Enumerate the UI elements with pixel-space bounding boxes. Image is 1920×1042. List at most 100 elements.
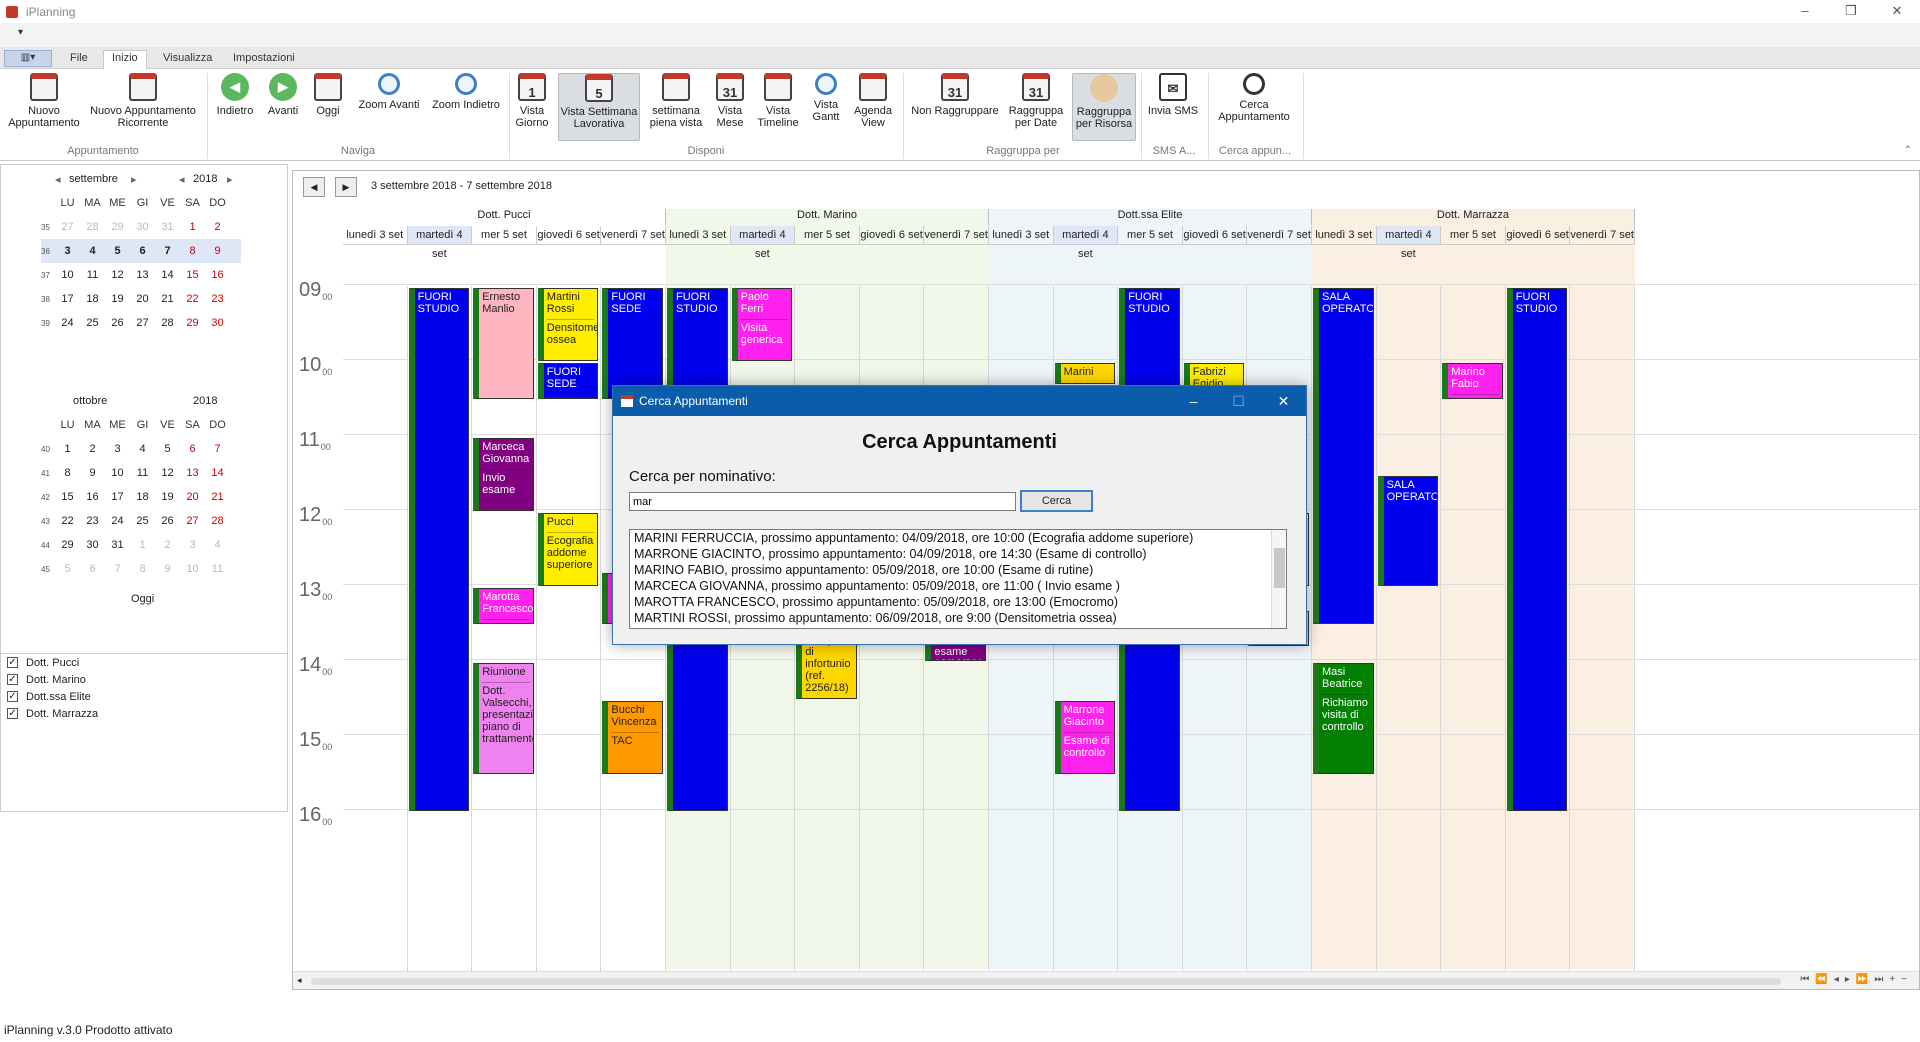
calendar-day[interactable]: 25 [80,317,105,329]
calendar-day[interactable]: 8 [130,563,155,575]
day-header[interactable]: giovedì 6 set [536,226,602,245]
calendar-day[interactable]: 17 [55,293,80,305]
calendar-day[interactable]: 3 [105,443,130,455]
no-group-button[interactable]: 31 Non Raggruppare [908,73,1002,117]
month-name[interactable]: ottobre [73,395,107,407]
appointment[interactable]: Marrone Giacinto Esame di controllo [1054,700,1116,774]
calendar-day[interactable]: 26 [105,317,130,329]
appointment[interactable]: Marino Fabio Esame di [1442,363,1503,399]
checkbox-checked-icon[interactable]: ✓ [7,674,18,685]
calendar-day[interactable]: 4 [205,539,230,551]
month-view-button[interactable]: 31 Vista Mese [710,73,750,129]
appointment[interactable]: Martini Rossi Densitometria ossea [537,288,599,361]
calendar-day[interactable]: 12 [155,467,180,479]
mini-calendar-october[interactable]: ottobre 2018 LU MA ME GI VE SA DO 40 1 2 3 4 5 6 7 41 8 9 10… [41,395,241,581]
day-header[interactable]: giovedì 6 set [1505,226,1571,245]
calendar-week-row[interactable]: 41 8 9 10 11 12 13 14 [41,461,241,485]
dialog-close-button[interactable]: ✕ [1261,386,1306,416]
calendar-week-row[interactable]: 37 10 11 12 13 14 15 16 [41,263,241,287]
appointment[interactable]: SALA OPERATORIA [1377,475,1439,586]
result-item[interactable]: MARINI FERRUCCIA, prossimo appuntamento:… [630,530,1286,546]
dialog-minimize-button[interactable]: – [1171,386,1216,416]
day-column[interactable] [1570,286,1635,986]
full-week-view-button[interactable]: settimana piena vista [644,73,708,129]
qat-dropdown-icon[interactable]: ▾ [18,27,23,38]
prev-range-button[interactable]: ◀ [303,177,325,197]
calendar-day[interactable]: 6 [130,245,155,257]
appointment[interactable]: Marceca Giovanna Invio esame [473,438,534,511]
dialog-maximize-button[interactable]: ☐ [1216,386,1261,416]
calendar-day[interactable]: 11 [205,563,230,575]
calendar-day[interactable]: 2 [205,221,230,233]
calendar-day[interactable]: 16 [80,491,105,503]
calendar-day[interactable]: 5 [55,563,80,575]
calendar-day[interactable]: 29 [180,317,205,329]
calendar-day[interactable]: 18 [130,491,155,503]
day-header[interactable]: lunedì 3 set [989,226,1054,245]
name-search-input[interactable] [629,492,1016,511]
calendar-day[interactable]: 10 [105,467,130,479]
appointment[interactable]: Ernesto Manlio [473,288,534,399]
search-appointment-button[interactable]: Cerca Appuntamento [1212,73,1296,123]
day-header[interactable]: mer 5 set [1118,226,1183,245]
calendar-day[interactable]: 21 [155,293,180,305]
calendar-day[interactable]: 18 [80,293,105,305]
calendar-day[interactable]: 2 [155,539,180,551]
resource-item[interactable]: ✓ Dott. Pucci [1,654,287,671]
calendar-day[interactable]: 1 [180,221,205,233]
appointment[interactable]: Bucchi Vincenza TAC [602,700,663,774]
today-link[interactable]: Oggi [131,593,154,605]
calendar-day[interactable]: 21 [205,491,230,503]
month-name[interactable]: settembre [69,173,118,185]
appointment[interactable]: FUORI SEDE [537,363,599,399]
day-header[interactable]: lunedì 3 set [1312,226,1377,245]
calendar-day[interactable]: 17 [105,491,130,503]
day-header[interactable]: venerdì 7 set [601,226,666,245]
work-week-view-button[interactable]: 5 Vista Settimana Lavorativa [558,73,640,141]
close-button[interactable]: ✕ [1874,0,1920,23]
new-appointment-button[interactable]: Nuovo Appuntamento [4,73,84,129]
calendar-day[interactable]: 12 [105,269,130,281]
group-by-date-button[interactable]: 31 Raggruppa per Date [1006,73,1066,129]
tab-inizio[interactable]: Inizio [103,50,147,70]
day-header[interactable]: giovedì 6 set [859,226,925,245]
appointment[interactable]: FUORI STUDIO [1506,288,1568,811]
calendar-day[interactable]: 5 [105,245,130,257]
result-item[interactable]: MAROTTA FRANCESCO, prossimo appuntamento… [630,594,1286,610]
appointment[interactable]: Pucci Ecografia addome superiore [537,513,599,586]
calendar-day[interactable]: 4 [80,245,105,257]
gantt-view-button[interactable]: Vista Gantt [806,73,846,123]
calendar-day[interactable]: 27 [180,515,205,527]
calendar-day[interactable]: 29 [55,539,80,551]
calendar-day[interactable]: 28 [155,317,180,329]
calendar-week-row[interactable]: 35 27 28 29 30 31 1 2 [41,215,241,239]
calendar-week-row[interactable]: 44 29 30 31 1 2 3 4 [41,533,241,557]
calendar-week-row[interactable]: 39 24 25 26 27 28 29 30 [41,311,241,335]
calendar-day[interactable]: 11 [130,467,155,479]
scroll-left-icon[interactable]: ◂ [297,975,302,986]
scrollbar-thumb[interactable] [1274,548,1285,588]
back-button[interactable]: ◀ Indietro [212,73,258,117]
calendar-day[interactable]: 14 [155,269,180,281]
resource-item[interactable]: ✓ Dott.ssa Elite [1,688,287,705]
next-year-icon[interactable]: ▸ [227,173,233,186]
calendar-day[interactable]: 9 [155,563,180,575]
today-button[interactable]: Oggi [308,73,348,117]
calendar-day[interactable]: 23 [80,515,105,527]
calendar-day[interactable]: 2 [80,443,105,455]
calendar-day[interactable]: 26 [155,515,180,527]
calendar-day[interactable]: 7 [155,245,180,257]
calendar-day[interactable]: 6 [80,563,105,575]
calendar-day[interactable]: 27 [130,317,155,329]
calendar-day[interactable]: 22 [55,515,80,527]
day-header[interactable]: lunedì 3 set [666,226,731,245]
calendar-day[interactable]: 5 [155,443,180,455]
appointment[interactable]: FUORI STUDIO [408,288,470,811]
year-label[interactable]: 2018 [193,395,217,407]
calendar-week-row[interactable]: 38 17 18 19 20 21 22 23 [41,287,241,311]
day-header[interactable]: lunedì 3 set [343,226,408,245]
calendar-day[interactable]: 4 [130,443,155,455]
calendar-day[interactable]: 13 [180,467,205,479]
appointment[interactable]: Paolo Ferri Visita generica [731,288,793,361]
appointment[interactable]: Marotta Francesco Emocromo [473,588,534,624]
